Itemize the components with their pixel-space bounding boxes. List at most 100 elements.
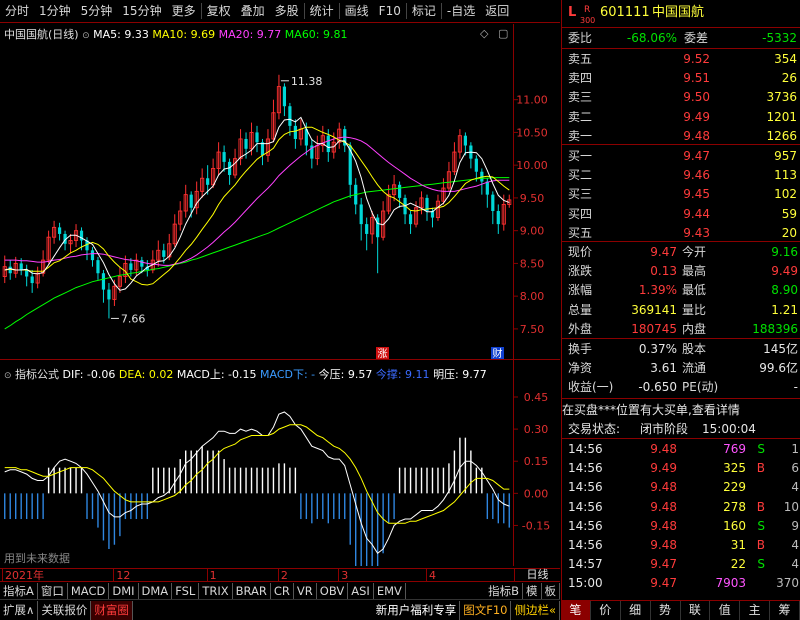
indicator-tab-3[interactable]: DMI (109, 583, 139, 599)
indicator-tab-6[interactable]: TRIX (199, 583, 233, 599)
tick-row: 14:56 9.48 229 4 (562, 478, 800, 497)
toolbar-item-10[interactable]: F10 (374, 0, 406, 22)
toolbar-item-2[interactable]: 5分钟 (76, 0, 118, 22)
quote-tab-3[interactable]: 势 (651, 601, 681, 620)
side-link-0[interactable]: 新用户福利专享 (373, 601, 461, 620)
order-price: 9.49 (683, 109, 710, 124)
macd-y-tick-label: -0.15 (522, 519, 550, 532)
toolbar-item-3[interactable]: 15分钟 (117, 0, 166, 22)
indicator-tab-4[interactable]: DMA (139, 583, 173, 599)
order-volume: 957 (774, 149, 797, 163)
fundamental-value: 145亿 (763, 342, 798, 356)
extension-tab-2[interactable]: 财富圈 (91, 601, 133, 620)
asks-row[interactable]: 卖四 9.51 26 (562, 69, 800, 88)
kline-y-tick-label: 8.00 (520, 290, 545, 303)
stat-value: 1.39% (638, 283, 677, 298)
fundamental-label: 收益(一) (568, 380, 614, 395)
tick-side: S (757, 518, 765, 533)
quote-tab-6[interactable]: 主 (740, 601, 771, 620)
toolbar-item-0[interactable]: 分时 (0, 0, 34, 22)
toolbar-item-13[interactable]: 返回 (480, 0, 514, 22)
tick-count: 9 (791, 518, 799, 533)
asks-row[interactable]: 卖五 9.52 354 (562, 50, 800, 69)
bids-row[interactable]: 买四 9.44 59 (562, 205, 800, 224)
toolbar-item-7[interactable]: 多股 (270, 0, 304, 22)
chart-window-controls: ◇ ▢ (480, 27, 508, 40)
macd-dropdown-icon[interactable]: ⊙ (4, 371, 12, 381)
quote-tab-5[interactable]: 值 (710, 601, 741, 620)
quote-tab-7[interactable]: 筹 (770, 601, 800, 620)
indicator-tab-2[interactable]: MACD (68, 583, 110, 599)
indicator-tab-right-1[interactable]: 模 (523, 583, 542, 599)
indicator-tab-right-0[interactable]: 指标B (485, 583, 523, 599)
tick-price: 9.48 (650, 480, 677, 495)
macd-y-tick-label: 0.00 (524, 487, 549, 500)
indicator-tab-1[interactable]: 窗口 (38, 583, 68, 599)
bids-row[interactable]: 买二 9.46 113 (562, 166, 800, 185)
bids-row[interactable]: 买一 9.47 957 (562, 147, 800, 166)
macd-up-readout: MACD上: -0.15 (176, 368, 257, 381)
toolbar-item-1[interactable]: 1分钟 (34, 0, 76, 22)
stat-value: 9.16 (771, 245, 798, 259)
square-icon[interactable]: ▢ (498, 27, 508, 40)
ma20-readout: MA20: 9.77 (218, 28, 282, 41)
stat-value: 188396 (752, 321, 798, 336)
date-tick (277, 569, 279, 582)
fundamental-value: 3.61 (650, 361, 677, 376)
stock-name: 中国国航 (652, 5, 705, 20)
indicator-tab-5[interactable]: FSL (172, 583, 200, 599)
indicator-tab-7[interactable]: BRAR (233, 583, 271, 599)
macd-y-tick-label: 0.45 (524, 391, 549, 404)
indicator-tab-0[interactable]: 指标A (0, 583, 38, 599)
asks-row[interactable]: 卖三 9.50 3736 (562, 88, 800, 107)
bids-row[interactable]: 买三 9.45 102 (562, 185, 800, 204)
tick-row: 14:56 9.48 278 B 10 (562, 498, 800, 517)
quote-tab-4[interactable]: 联 (681, 601, 711, 620)
kline-y-tick-label: 7.50 (520, 323, 545, 336)
order-price: 9.48 (683, 128, 710, 143)
indicator-tabs: 指标A 窗口 MACD DMI DMA FSL TRIX BRAR CR VR OBV ASI EMV 指… (0, 583, 560, 600)
indicator-title[interactable]: 指标公式 (15, 368, 59, 381)
finance-marker[interactable]: 财 (491, 347, 504, 360)
extension-tab-0[interactable]: 扩展∧ (0, 601, 39, 620)
quote-tab-1[interactable]: 价 (591, 601, 621, 620)
side-link-1[interactable]: 图文F10 (460, 601, 512, 620)
tick-count: 4 (791, 538, 799, 552)
indicator-tab-10[interactable]: OBV (317, 583, 349, 599)
toolbar-item-11[interactable]: 标记 (407, 0, 441, 22)
order-volume: 3736 (766, 90, 797, 105)
quote-tab-0[interactable]: 笔 (561, 601, 591, 620)
side-link-2[interactable]: 侧边栏« (511, 601, 560, 620)
bids-row[interactable]: 买五 9.43 20 (562, 224, 800, 243)
extension-tab-1[interactable]: 关联报价 (38, 601, 92, 620)
indicator-tab-11[interactable]: ASI (348, 583, 374, 599)
toolbar-item-4[interactable]: 更多 (167, 0, 201, 22)
diamond-icon[interactable]: ◇ (480, 27, 488, 40)
date-tick (2, 569, 3, 582)
asks-row[interactable]: 卖一 9.48 1266 (562, 127, 800, 146)
toolbar-item-5[interactable]: 复权 (202, 0, 236, 22)
indicator-tab-8[interactable]: CR (271, 583, 294, 599)
toolbar-item-12[interactable]: -自选 (442, 0, 480, 22)
kline-macd-svg[interactable]: 11.0010.5010.009.509.008.508.007.5011.38… (0, 24, 560, 588)
indicator-tab-12[interactable]: EMV (374, 583, 406, 599)
big-order-notice[interactable]: 在买盘***位置有大买单,查看详情 (562, 401, 800, 420)
toolbar-item-6[interactable]: 叠加 (236, 0, 270, 22)
toolbar-item-8[interactable]: 统计 (305, 0, 339, 22)
limit-up-marker[interactable]: 涨 (376, 347, 389, 360)
tick-volume: 229 (723, 480, 746, 495)
dropdown-icon[interactable]: ⊙ (82, 31, 90, 41)
kline-y-tick-label: 10.50 (516, 126, 548, 139)
date-tick (113, 569, 115, 582)
quote-tab-2[interactable]: 细 (621, 601, 651, 620)
tick-time: 14:56 (568, 461, 603, 476)
indicator-tab-right-2[interactable]: 板 (542, 583, 560, 599)
asks-row[interactable]: 卖二 9.49 1201 (562, 108, 800, 127)
tick-time: 14:56 (568, 518, 603, 533)
period-label[interactable]: 日线 (514, 568, 560, 582)
indicator-tab-9[interactable]: VR (294, 583, 317, 599)
stat-label: 涨跌 (568, 264, 593, 279)
stat-label: 外盘 (568, 321, 593, 336)
kline-y-tick-label: 9.50 (520, 192, 545, 205)
toolbar-item-9[interactable]: 画线 (340, 0, 374, 22)
